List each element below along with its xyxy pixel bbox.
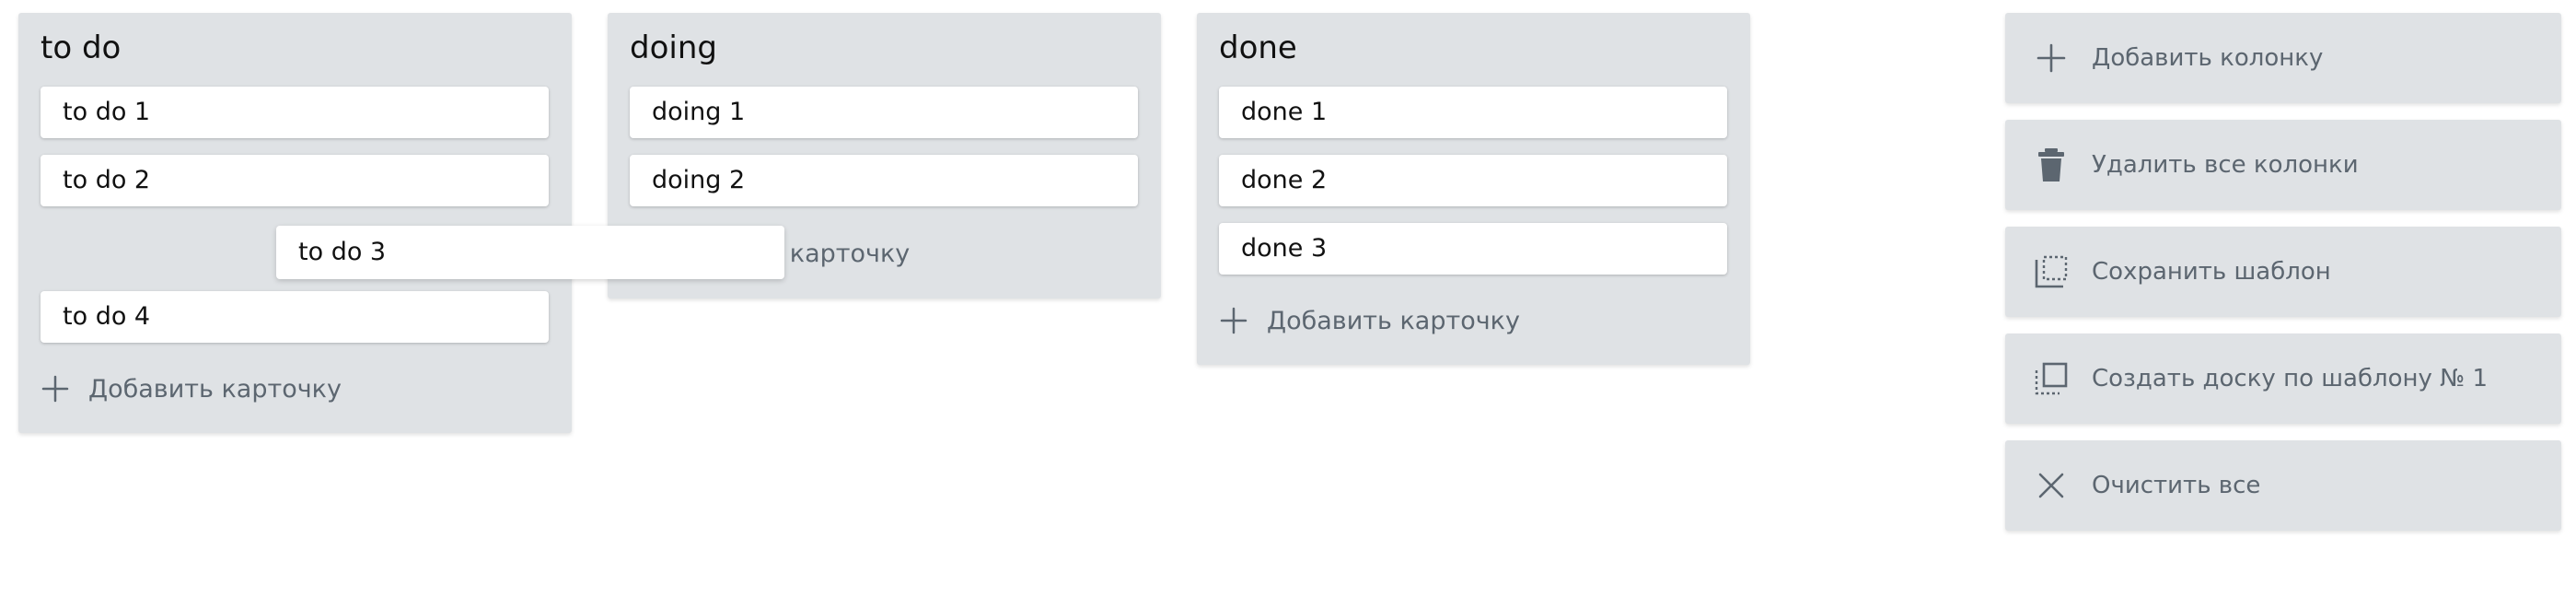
column-title[interactable]: doing <box>630 29 717 66</box>
delete-all-columns-label: Удалить все колонки <box>2092 151 2359 179</box>
add-card-label: Добавить карточку <box>1267 306 1520 335</box>
column-done: done done 1 done 2 done 3 Добавить карто… <box>1197 13 1750 365</box>
save-template-icon <box>2033 253 2070 290</box>
delete-all-columns-button[interactable]: Удалить все колонки <box>2005 120 2561 210</box>
clear-all-button[interactable]: Очистить все <box>2005 440 2561 531</box>
column-title[interactable]: to do <box>41 29 121 66</box>
save-template-label: Сохранить шаблон <box>2092 258 2331 286</box>
card[interactable]: to do 4 <box>41 291 549 343</box>
kanban-board: to do to do 1 to do 2 to do 4 Добавить к… <box>0 0 2576 597</box>
plus-icon <box>41 375 69 403</box>
column-todo: to do to do 1 to do 2 to do 4 Добавить к… <box>18 13 572 433</box>
plus-icon <box>2033 40 2070 76</box>
card[interactable]: done 3 <box>1219 223 1727 275</box>
add-column-button[interactable]: Добавить колонку <box>2005 13 2561 103</box>
card[interactable]: doing 2 <box>630 155 1138 206</box>
close-icon <box>2033 467 2070 504</box>
column-title[interactable]: done <box>1219 29 1297 66</box>
card[interactable]: to do 1 <box>41 87 549 138</box>
plus-icon <box>1220 307 1247 334</box>
add-card-button[interactable]: Добавить карточку <box>41 363 342 415</box>
create-board-from-template-button[interactable]: Создать доску по шаблону № 1 <box>2005 334 2561 424</box>
dragging-card[interactable]: to do 3 <box>276 226 784 279</box>
add-card-button[interactable]: Добавить карточку <box>1219 295 1520 346</box>
trash-icon <box>2033 146 2070 183</box>
card[interactable]: done 1 <box>1219 87 1727 138</box>
save-template-button[interactable]: Сохранить шаблон <box>2005 227 2561 317</box>
card[interactable]: done 2 <box>1219 155 1727 206</box>
card[interactable]: to do 2 <box>41 155 549 206</box>
add-card-label: Добавить карточку <box>88 374 342 404</box>
add-column-label: Добавить колонку <box>2092 44 2324 72</box>
clear-all-label: Очистить все <box>2092 472 2261 499</box>
create-board-from-template-label: Создать доску по шаблону № 1 <box>2092 365 2489 392</box>
copy-template-icon <box>2033 360 2070 397</box>
card[interactable]: doing 1 <box>630 87 1138 138</box>
